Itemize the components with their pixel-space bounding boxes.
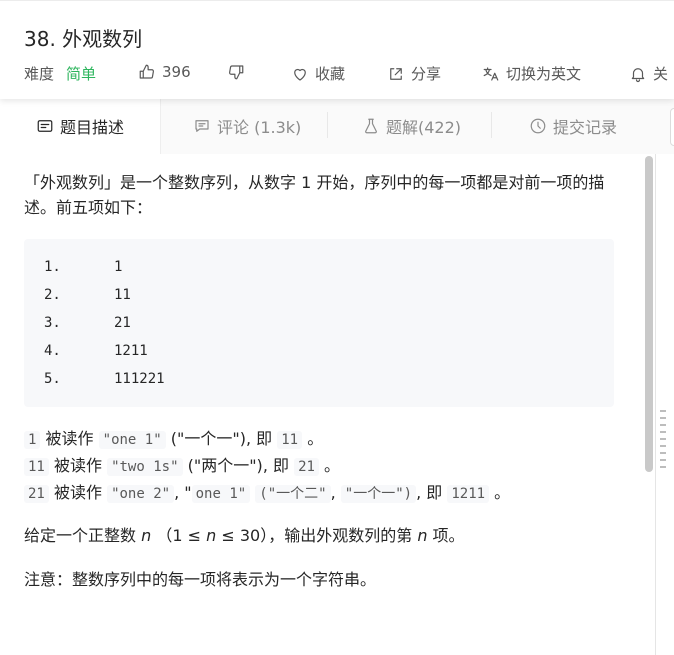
sequence-index: 1. — [44, 259, 61, 275]
description-icon — [37, 120, 53, 132]
given-prefix: 给定一个正整数 — [24, 526, 137, 545]
code-term: ("一个二" — [255, 485, 331, 503]
example-line: 11 被读作 "two 1s" ("两个一"), 即 21 。 — [24, 454, 340, 479]
example-connector: , 即 — [245, 429, 273, 448]
problem-description: 「外观数列」是一个整数序列，从数字 1 开始，序列中的每一项都是对前一项的描述。… — [24, 170, 624, 589]
given-range-end: ≤ 30），输出外观数列的第 — [221, 526, 413, 545]
resize-handle[interactable] — [660, 410, 666, 470]
code-term: 11 — [277, 431, 303, 449]
variable-n: n — [141, 526, 152, 545]
like-count: 396 — [162, 63, 191, 81]
tab-description-label: 题目描述 — [59, 118, 124, 137]
example-line: 1 被读作 "one 1" ("一个一"), 即 11 。 — [24, 427, 323, 452]
example-connector: , 即 — [416, 483, 443, 502]
share-icon — [390, 67, 402, 80]
tab-description[interactable]: 题目描述 — [0, 98, 161, 154]
bell-icon — [631, 67, 645, 82]
follow-label: 关 — [653, 65, 669, 83]
dislike-button[interactable] — [227, 63, 245, 81]
sequence-index: 2. — [44, 287, 61, 303]
note-text: 注意：整数序列中的每一项将表示为一个字符串。 — [24, 570, 377, 589]
share-button[interactable]: 分享 — [387, 63, 441, 84]
tab-divider — [491, 112, 492, 138]
given-constraint-text: 给定一个正整数 n （1 ≤ n ≤ 30），输出外观数列的第 n 项。 — [24, 524, 465, 548]
code-term: 11 — [24, 458, 49, 476]
flask-icon — [365, 118, 377, 134]
given-range-start: （1 ≤ — [156, 526, 202, 545]
code-term: "two 1s" — [107, 458, 183, 476]
tab-divider — [327, 112, 328, 138]
example-reading: ("一个一") — [170, 429, 246, 448]
example-period: 。 — [324, 456, 341, 475]
tab-solutions[interactable]: 题解(422) — [362, 98, 461, 154]
tab-comments-label: 评论 (1.3k) — [217, 118, 302, 137]
example-connector: , 即 — [262, 456, 289, 475]
sequence-code-block: 1. 1 2. 11 3. 21 4. 1211 5. 111221 — [24, 239, 614, 407]
difficulty-label: 难度 — [24, 65, 55, 83]
example-period: 。 — [307, 429, 324, 448]
difficulty-value: 简单 — [66, 65, 97, 83]
switch-language-label: 切换为英文 — [506, 65, 582, 83]
sequence-index: 3. — [44, 315, 61, 331]
problem-title: 38. 外观数列 — [24, 27, 143, 51]
example-verb: 被读作 — [53, 456, 102, 475]
switch-language-button[interactable]: 切换为英文 — [482, 63, 581, 84]
sequence-value: 1 — [114, 259, 123, 275]
code-term: 21 — [24, 485, 49, 503]
clock-icon — [530, 118, 546, 134]
code-term: 1 — [24, 431, 41, 449]
sequence-index: 4. — [44, 343, 61, 359]
share-label: 分享 — [411, 65, 442, 83]
given-suffix: 项。 — [432, 526, 465, 545]
sequence-index: 5. — [44, 371, 61, 387]
tab-overflow-button[interactable] — [670, 108, 674, 146]
favorite-button[interactable]: 收藏 — [291, 63, 345, 84]
translate-icon — [483, 66, 499, 81]
example-separator: , — [330, 483, 336, 502]
sequence-value: 1211 — [114, 343, 148, 359]
sequence-value: 21 — [114, 315, 131, 331]
code-term: 1211 — [447, 485, 490, 503]
code-term: one 1" — [191, 485, 251, 503]
tab-submissions-label: 提交记录 — [553, 118, 618, 137]
comment-icon — [195, 120, 209, 132]
follow-button[interactable]: 关 — [629, 63, 668, 84]
example-period: 。 — [494, 483, 511, 502]
panel-divider — [655, 154, 656, 655]
intro-text: 「外观数列」是一个整数序列，从数字 1 开始，序列中的每一项都是对前一项的描述。… — [24, 173, 605, 217]
code-term: 21 — [294, 458, 319, 476]
description-scrollbar[interactable] — [645, 156, 653, 472]
variable-n: n — [417, 526, 428, 545]
code-term: "one 2" — [107, 485, 175, 503]
tab-solutions-label: 题解(422) — [386, 118, 462, 137]
example-separator: , " — [174, 483, 192, 502]
thumbs-up-icon — [139, 64, 154, 79]
tab-submissions[interactable]: 提交记录 — [529, 98, 617, 154]
heart-icon — [294, 68, 306, 81]
example-verb: 被读作 — [53, 483, 102, 502]
like-button[interactable]: 396 — [138, 63, 191, 81]
code-term: "one 1" — [98, 431, 166, 449]
problem-header: 38. 外观数列 难度 简单 396 收藏 分享 切换为英文 关 — [0, 0, 674, 99]
tab-comments[interactable]: 评论 (1.3k) — [193, 98, 301, 154]
example-line: 21 被读作 "one 2", " one 1" ("一个二", "一个一"), … — [24, 481, 510, 506]
example-verb: 被读作 — [45, 429, 94, 448]
sequence-value: 11 — [114, 287, 131, 303]
example-reading: ("两个一") — [187, 456, 263, 475]
favorite-label: 收藏 — [315, 65, 346, 83]
difficulty-indicator: 难度 简单 — [24, 63, 96, 84]
variable-n: n — [206, 526, 217, 545]
thumbs-down-icon — [229, 65, 244, 80]
problem-tabs: 题目描述 评论 (1.3k) 题解(422) 提交记录 — [0, 98, 674, 154]
code-term: "一个一") — [340, 485, 417, 503]
sequence-value: 111221 — [114, 371, 165, 387]
